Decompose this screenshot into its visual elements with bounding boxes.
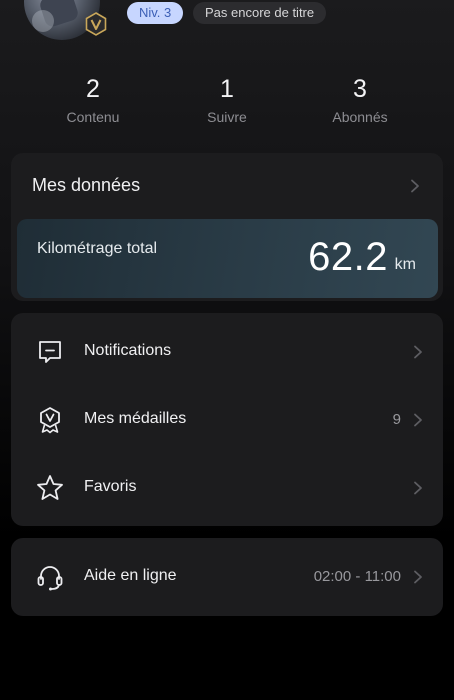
chevron-right-icon bbox=[414, 345, 422, 359]
menu-card: Notifications Mes médailles 9 Favoris bbox=[11, 313, 443, 526]
menu-item-label: Mes médailles bbox=[84, 410, 187, 427]
help-card: Aide en ligne 02:00 - 11:00 bbox=[11, 538, 443, 616]
chevron-right-icon bbox=[414, 481, 422, 495]
total-mileage-panel[interactable]: Kilométrage total 62.2 km bbox=[17, 219, 438, 298]
stat-label: Abonnés bbox=[332, 109, 388, 125]
chevron-right-icon bbox=[414, 413, 422, 427]
mileage-value: 62.2 bbox=[308, 235, 388, 279]
mileage-label: Kilométrage total bbox=[37, 240, 158, 257]
headset-icon bbox=[37, 566, 63, 591]
stat-label: Suivre bbox=[207, 109, 247, 125]
stat-abonnes[interactable]: 3 Abonnés bbox=[300, 72, 420, 126]
menu-item-favorites[interactable]: Favoris bbox=[11, 463, 443, 513]
stat-contenu[interactable]: 2 Contenu bbox=[33, 72, 153, 126]
notification-icon bbox=[39, 341, 61, 363]
my-data-title[interactable]: Mes données bbox=[32, 175, 140, 196]
star-icon bbox=[37, 475, 63, 500]
menu-item-label: Favoris bbox=[84, 478, 137, 495]
menu-item-medals[interactable]: Mes médailles 9 bbox=[11, 395, 443, 445]
stat-label: Contenu bbox=[66, 109, 120, 125]
stat-value: 3 bbox=[353, 75, 367, 103]
chevron-right-icon bbox=[414, 570, 422, 584]
title-status-badge[interactable]: Pas encore de titre bbox=[193, 2, 327, 24]
mileage-unit: km bbox=[394, 256, 416, 273]
level-badge[interactable]: Niv. 3 bbox=[127, 2, 184, 24]
profile-page: Niv. 3 Pas encore de titre 2 Contenu 1 S… bbox=[0, 0, 454, 700]
medal-count: 9 bbox=[392, 411, 401, 428]
stat-value: 2 bbox=[86, 75, 100, 103]
support-hours: 02:00 - 11:00 bbox=[313, 568, 401, 585]
menu-item-online-help[interactable]: Aide en ligne 02:00 - 11:00 bbox=[11, 552, 443, 602]
menu-item-notifications[interactable]: Notifications bbox=[11, 327, 443, 377]
my-data-card: Mes données Kilométrage total 62.2 km bbox=[11, 153, 443, 301]
stat-suivre[interactable]: 1 Suivre bbox=[167, 72, 287, 126]
chevron-right-icon[interactable] bbox=[410, 179, 420, 193]
stat-value: 1 bbox=[220, 75, 234, 103]
vip-badge-icon bbox=[85, 12, 107, 36]
menu-item-label: Notifications bbox=[84, 342, 172, 359]
menu-item-label: Aide en ligne bbox=[84, 567, 177, 584]
medal-icon bbox=[40, 407, 60, 434]
profile-stats: 2 Contenu 1 Suivre 3 Abonnés bbox=[0, 72, 454, 132]
